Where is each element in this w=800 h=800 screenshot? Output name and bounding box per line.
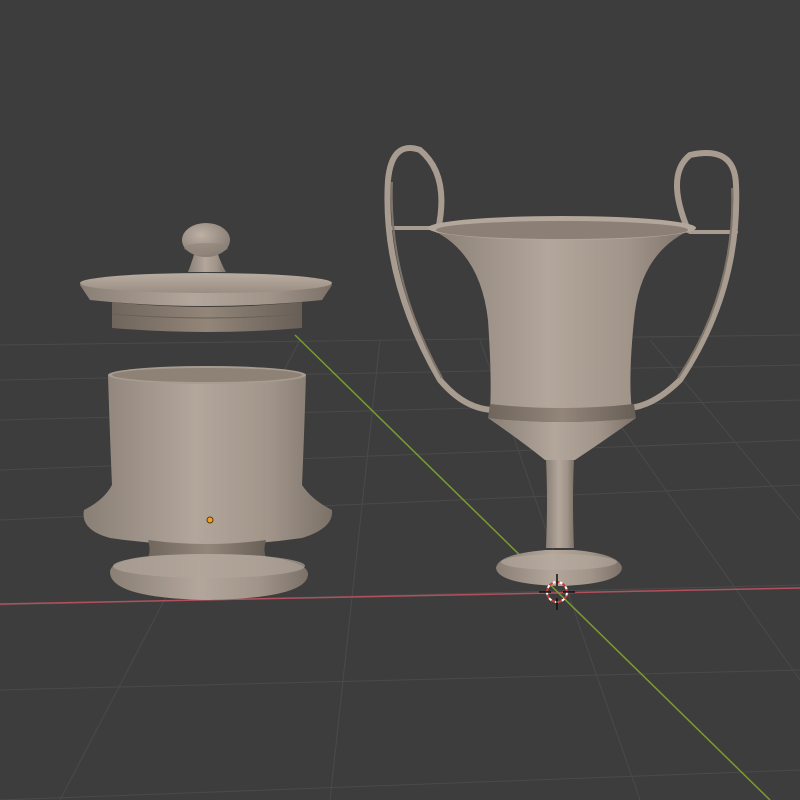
object-origin-dot — [206, 516, 214, 524]
lid-knob[interactable] — [182, 223, 230, 272]
jar-body[interactable] — [83, 366, 333, 600]
cup-bowl[interactable] — [428, 228, 695, 410]
cup-lower-bowl[interactable] — [488, 418, 636, 460]
x-axis-line — [0, 587, 800, 605]
viewport-scene[interactable] — [0, 0, 800, 800]
cup-stem[interactable] — [546, 460, 574, 548]
jar-lid[interactable] — [80, 273, 332, 332]
lidded-jar[interactable] — [80, 223, 333, 600]
kylix-cup[interactable] — [384, 145, 740, 586]
3d-viewport[interactable] — [0, 0, 800, 800]
